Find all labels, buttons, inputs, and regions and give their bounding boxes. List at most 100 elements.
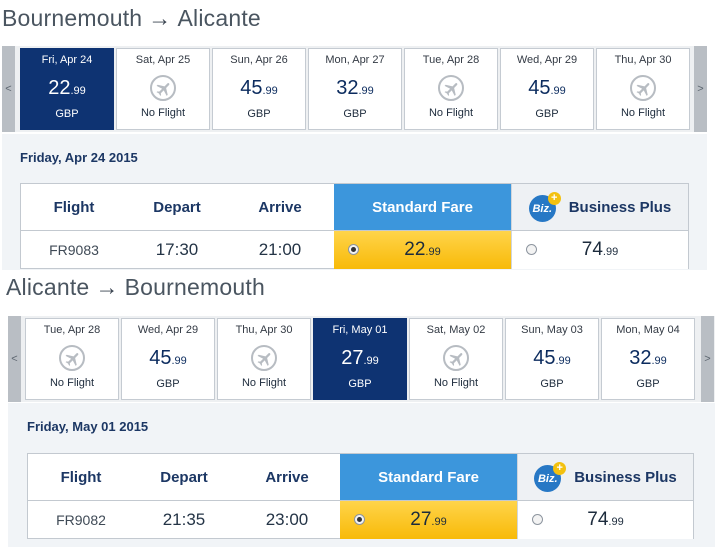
price-main: 32	[336, 77, 359, 99]
date-option[interactable]: Fri, Apr 24 22.99 GBP	[20, 48, 114, 130]
plane-icon	[150, 75, 176, 101]
no-flight-label: No Flight	[620, 107, 666, 119]
currency: GBP	[636, 378, 660, 390]
price-cents: .99	[171, 355, 187, 367]
destination-city: Alicante	[177, 5, 261, 31]
price-main: 45	[149, 347, 172, 369]
selected-date-heading: Friday, Apr 24 2015	[20, 150, 138, 165]
biz-logo: Biz. +	[528, 192, 563, 222]
date-option[interactable]: Thu, Apr 30 No Flight	[217, 318, 311, 400]
flight-number: FR9082	[56, 512, 106, 528]
price-main: 27	[410, 509, 432, 530]
price: 45.99	[122, 348, 214, 371]
price: 45.99	[501, 78, 593, 101]
price: 45.99	[506, 348, 598, 371]
date-option[interactable]: Thu, Apr 30 No Flight	[596, 48, 690, 130]
date-option[interactable]: Tue, Apr 28 No Flight	[25, 318, 119, 400]
date-option[interactable]: Sat, Apr 25 No Flight	[116, 48, 210, 130]
business-plus-price: 74.99	[582, 239, 618, 261]
date-label: Wed, Apr 29	[137, 324, 199, 336]
plane-icon	[630, 75, 656, 101]
date-option[interactable]: Sat, May 02 No Flight	[409, 318, 503, 400]
route-title: Bournemouth → Alicante	[2, 5, 261, 32]
business-plus-label: Business Plus	[574, 468, 677, 486]
arrive-time: 21:00	[258, 240, 302, 259]
flight-column-header: Flight	[53, 198, 95, 216]
prev-dates-button[interactable]: <	[2, 46, 15, 132]
date-option[interactable]: Mon, Apr 27 32.99 GBP	[308, 48, 402, 130]
price-main: 74	[587, 509, 609, 530]
date-option[interactable]: Mon, May 04 32.99 GBP	[601, 318, 695, 400]
standard-fare-radio[interactable]	[348, 244, 359, 255]
business-plus-header: Biz. + Business Plus	[511, 184, 688, 230]
origin-city: Bournemouth	[2, 5, 143, 31]
arrow-right-icon: →	[95, 274, 119, 300]
next-dates-button[interactable]: >	[694, 46, 707, 132]
date-option[interactable]: Tue, Apr 28 No Flight	[404, 48, 498, 130]
chevron-left-icon: <	[5, 83, 12, 95]
price-main: 27	[341, 347, 364, 369]
currency: GBP	[540, 378, 564, 390]
arrive-column-header: Arrive	[258, 198, 302, 216]
price-main: 22	[48, 77, 71, 99]
date-label: Tue, Apr 28	[422, 54, 480, 66]
no-flight-label: No Flight	[433, 377, 479, 389]
date-label: Wed, Apr 29	[516, 54, 578, 66]
fare-table: Flight Depart Arrive Standard Fare Biz. …	[27, 453, 694, 539]
date-label: Tue, Apr 28	[43, 324, 101, 336]
price-main: 74	[581, 239, 603, 260]
business-plus-option[interactable]: 74.99	[511, 231, 688, 269]
price-cents: .99	[363, 355, 379, 367]
arrive-column-header: Arrive	[265, 468, 309, 486]
date-option[interactable]: Wed, Apr 29 45.99 GBP	[121, 318, 215, 400]
price-cents: .99	[555, 355, 571, 367]
price: 32.99	[309, 78, 401, 101]
date-option[interactable]: Wed, Apr 29 45.99 GBP	[500, 48, 594, 130]
business-plus-header: Biz. + Business Plus	[517, 454, 693, 500]
date-option[interactable]: Sun, May 03 45.99 GBP	[505, 318, 599, 400]
biz-logo: Biz. +	[534, 462, 568, 492]
business-plus-label: Business Plus	[568, 198, 672, 216]
date-option[interactable]: Fri, May 01 27.99 GBP	[313, 318, 407, 400]
plane-icon	[59, 345, 85, 371]
date-label: Sat, May 02	[426, 324, 486, 336]
plane-icon	[251, 345, 277, 371]
currency: GBP	[535, 108, 559, 120]
date-option[interactable]: Sun, Apr 26 45.99 GBP	[212, 48, 306, 130]
price-cents: .99	[70, 85, 86, 97]
standard-fare-header: Standard Fare	[334, 184, 511, 230]
plane-icon	[443, 345, 469, 371]
business-plus-radio[interactable]	[526, 244, 537, 255]
depart-time: 21:35	[162, 510, 206, 529]
depart-column-header: Depart	[160, 468, 208, 486]
standard-fare-option[interactable]: 27.99	[340, 501, 517, 539]
route-title: Alicante → Bournemouth	[6, 274, 265, 301]
business-plus-option[interactable]: 74.99	[517, 501, 693, 539]
price-cents: .99	[602, 246, 619, 258]
date-carousel: < Tue, Apr 28 No Flight Wed, Apr 29 45.9…	[8, 316, 715, 402]
no-flight-label: No Flight	[428, 107, 474, 119]
standard-fare-radio[interactable]	[354, 514, 365, 525]
origin-city: Alicante	[6, 274, 90, 300]
no-flight-label: No Flight	[49, 377, 95, 389]
currency: GBP	[55, 108, 79, 120]
standard-fare-option[interactable]: 22.99	[334, 231, 511, 269]
date-label: Sun, May 03	[521, 324, 583, 336]
no-flight-label: No Flight	[241, 377, 287, 389]
next-dates-button[interactable]: >	[701, 316, 714, 402]
currency: GBP	[156, 378, 180, 390]
currency: GBP	[247, 108, 271, 120]
chevron-right-icon: >	[704, 353, 711, 365]
prev-dates-button[interactable]: <	[8, 316, 21, 402]
date-label: Fri, May 01	[332, 324, 388, 336]
price-cents: .99	[262, 85, 278, 97]
price-cents: .99	[608, 516, 624, 528]
currency: GBP	[343, 108, 367, 120]
price-cents: .99	[358, 85, 374, 97]
price-main: 45	[240, 77, 263, 99]
price-main: 22	[404, 239, 426, 260]
price-main: 45	[533, 347, 556, 369]
plus-icon: +	[547, 192, 561, 205]
business-plus-radio[interactable]	[532, 514, 543, 525]
price-cents: .99	[651, 355, 667, 367]
